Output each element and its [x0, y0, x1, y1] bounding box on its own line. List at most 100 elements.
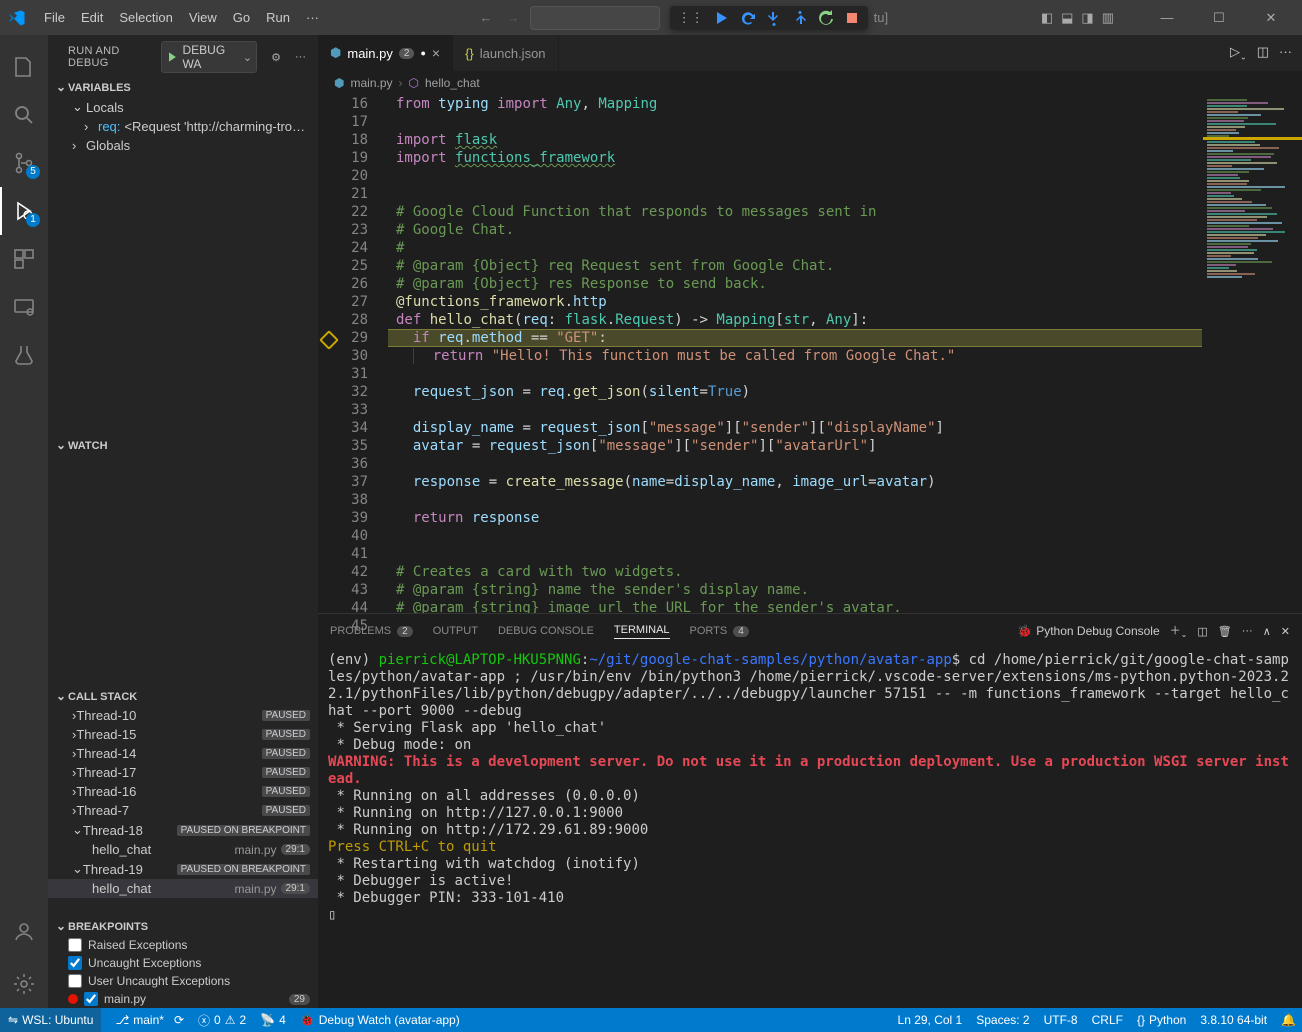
debug-config-gear-icon[interactable]: ⚙	[271, 51, 281, 64]
run-debug-icon[interactable]: 1	[0, 187, 48, 235]
window-title: tu]	[874, 10, 888, 25]
panel-tab-ports[interactable]: PORTS4	[690, 625, 749, 637]
extensions-icon[interactable]	[0, 235, 48, 283]
panel-more-icon[interactable]: ···	[1242, 625, 1253, 637]
settings-gear-icon[interactable]	[0, 960, 48, 1008]
tab-launch-json[interactable]: {} launch.json	[453, 35, 558, 71]
status-language[interactable]: {}Python	[1137, 1013, 1186, 1027]
bp-uncaught-exceptions[interactable]: Uncaught Exceptions	[48, 954, 318, 972]
menu-view[interactable]: View	[181, 10, 225, 25]
callstack-frame[interactable]: hello_chatmain.py29:1	[48, 879, 318, 898]
variables-header[interactable]: VARIABLES	[48, 79, 318, 97]
source-control-icon[interactable]: 5	[0, 139, 48, 187]
layout-left-icon[interactable]: ◧	[1041, 10, 1053, 26]
status-debug-target[interactable]: 🐞Debug Watch (avatar-app)	[300, 1013, 460, 1027]
status-cursor[interactable]: Ln 29, Col 1	[898, 1013, 963, 1027]
menu-run[interactable]: Run	[258, 10, 298, 25]
nav-forward-icon[interactable]: →	[507, 10, 520, 25]
nav-back-icon[interactable]: ←	[480, 10, 493, 25]
panel-tab-output[interactable]: OUTPUT	[433, 625, 478, 637]
status-encoding[interactable]: UTF-8	[1044, 1013, 1078, 1027]
window-close[interactable]: ✕	[1248, 0, 1294, 35]
tab-close-icon[interactable]: ×	[432, 45, 440, 61]
callstack-thread[interactable]: Thread-16PAUSED	[48, 782, 318, 801]
editor-more-icon[interactable]: ···	[1279, 44, 1292, 62]
layout-right-icon[interactable]: ◨	[1081, 10, 1093, 26]
variables-scope-locals[interactable]: Locals	[48, 97, 318, 117]
vscode-logo-icon	[8, 9, 26, 27]
terminal-new-icon[interactable]: ＋⌄	[1170, 622, 1188, 639]
minimap[interactable]	[1202, 95, 1302, 613]
breakpoints-header[interactable]: BREAKPOINTS	[48, 918, 318, 936]
command-center[interactable]	[530, 6, 660, 30]
variables-scope-globals[interactable]: Globals	[48, 136, 318, 155]
search-icon[interactable]	[0, 91, 48, 139]
run-file-icon[interactable]: ▷⌄	[1230, 44, 1247, 62]
debug-restart-icon[interactable]	[818, 10, 834, 26]
terminal[interactable]: (env) pierrick@LAPTOP-HKU5PNNG:~/git/goo…	[318, 648, 1302, 1008]
callstack-thread[interactable]: Thread-7PAUSED	[48, 801, 318, 820]
callstack-thread[interactable]: Thread-10PAUSED	[48, 706, 318, 725]
titlebar: FileEditSelectionViewGoRun ··· ← → ⋮⋮ tu…	[0, 0, 1302, 35]
terminal-kill-icon[interactable]: 🗑	[1218, 625, 1232, 638]
panel-tab-terminal[interactable]: TERMINAL	[614, 624, 670, 639]
panel-maximize-icon[interactable]: ∧	[1263, 625, 1271, 638]
callstack-thread[interactable]: Thread-15PAUSED	[48, 725, 318, 744]
layout-customize-icon[interactable]: ▥	[1102, 10, 1114, 26]
status-remote[interactable]: ⇋WSL: Ubuntu	[0, 1008, 101, 1032]
json-file-icon: {}	[465, 46, 474, 61]
menu-selection[interactable]: Selection	[111, 10, 180, 25]
testing-icon[interactable]	[0, 331, 48, 379]
debug-continue-icon[interactable]	[714, 10, 730, 26]
callstack-thread[interactable]: Thread-14PAUSED	[48, 744, 318, 763]
tab-modified-icon: ●	[420, 48, 425, 58]
error-icon: ⓧ	[198, 1012, 210, 1029]
status-problems[interactable]: ⓧ0⚠2	[198, 1012, 246, 1029]
watch-header[interactable]: WATCH	[48, 437, 318, 455]
terminal-selector[interactable]: 🐞Python Debug Console	[1017, 624, 1159, 638]
layout-bottom-icon[interactable]: ⬓	[1061, 10, 1073, 26]
debug-start-button[interactable]: Debug Wa ⌄	[161, 41, 257, 73]
nav-arrows: ← →	[480, 10, 520, 25]
remote-explorer-icon[interactable]	[0, 283, 48, 331]
activity-bar: 51	[0, 35, 48, 1008]
editor[interactable]: 1617181920212223242526272829303132333435…	[318, 95, 1302, 613]
accounts-icon[interactable]	[0, 908, 48, 956]
status-ports[interactable]: 📡4	[260, 1013, 286, 1027]
bp-file-row[interactable]: main.py29	[48, 990, 318, 1008]
status-interpreter[interactable]: 3.8.10 64-bit	[1200, 1013, 1267, 1027]
breadcrumb[interactable]: ⬢ main.py › ⬡ hello_chat	[318, 71, 1302, 95]
statusbar: ⇋WSL: Ubuntu ⎇main*⟳ ⓧ0⚠2 📡4 🐞Debug Watc…	[0, 1008, 1302, 1032]
tab-main-py[interactable]: ⬢ main.py 2 ● ×	[318, 35, 453, 71]
debug-stop-icon[interactable]	[844, 10, 860, 26]
callstack-thread[interactable]: Thread-19PAUSED ON BREAKPOINT	[48, 859, 318, 879]
sidebar-more-icon[interactable]: ···	[295, 51, 306, 63]
split-editor-icon[interactable]: ◫	[1257, 44, 1269, 62]
menu-go[interactable]: Go	[225, 10, 258, 25]
window-minimize[interactable]: —	[1144, 0, 1190, 35]
explorer-icon[interactable]	[0, 43, 48, 91]
status-branch[interactable]: ⎇main*⟳	[115, 1013, 184, 1027]
bp-user-uncaught-exceptions[interactable]: User Uncaught Exceptions	[48, 972, 318, 990]
window-maximize[interactable]: ☐	[1196, 0, 1242, 35]
status-spaces[interactable]: Spaces: 2	[976, 1013, 1029, 1027]
status-eol[interactable]: CRLF	[1092, 1013, 1123, 1027]
debug-step-into-icon[interactable]	[766, 10, 782, 26]
bp-raised-exceptions[interactable]: Raised Exceptions	[48, 936, 318, 954]
callstack-thread[interactable]: Thread-17PAUSED	[48, 763, 318, 782]
callstack-frame[interactable]: hello_chatmain.py29:1	[48, 840, 318, 859]
debug-step-out-icon[interactable]	[792, 10, 808, 26]
debug-grip-icon[interactable]: ⋮⋮	[678, 10, 704, 26]
debug-step-over-icon[interactable]	[740, 10, 756, 26]
menu-more[interactable]: ···	[298, 10, 327, 25]
variable-row[interactable]: req: <Request 'http://charming-tro…	[48, 117, 318, 136]
sync-icon[interactable]: ⟳	[174, 1013, 184, 1027]
menu-edit[interactable]: Edit	[73, 10, 111, 25]
callstack-header[interactable]: CALL STACK	[48, 688, 318, 706]
menu-file[interactable]: File	[36, 10, 73, 25]
panel-tab-debug-console[interactable]: DEBUG CONSOLE	[498, 625, 594, 637]
terminal-split-icon[interactable]: ◫	[1197, 625, 1207, 638]
callstack-thread[interactable]: Thread-18PAUSED ON BREAKPOINT	[48, 820, 318, 840]
status-notifications-icon[interactable]: 🔔	[1281, 1013, 1296, 1027]
panel-close-icon[interactable]: ✕	[1281, 625, 1290, 638]
